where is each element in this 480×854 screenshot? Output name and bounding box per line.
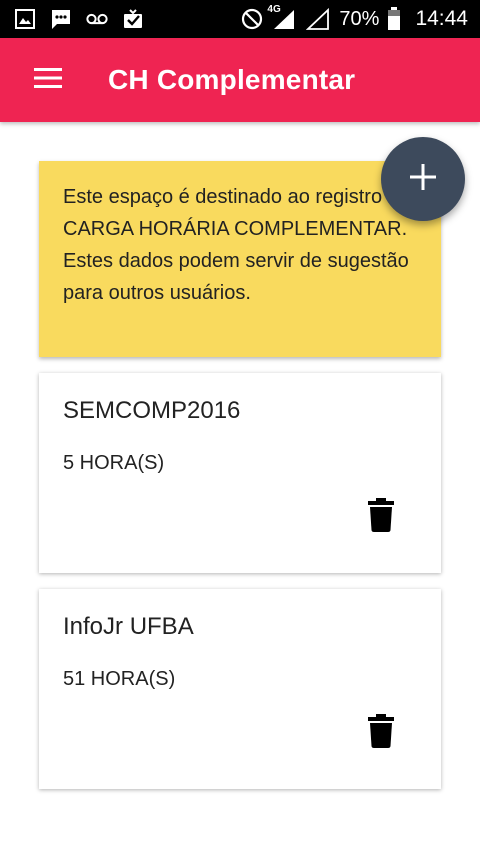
entry-hours: 5 HORA(S) (63, 452, 165, 474)
info-text: Este espaço é destinado ao registro da C… (63, 186, 410, 304)
status-bar: 4G 70% 14:44 (0, 0, 480, 38)
clock: 14:44 (415, 7, 468, 30)
delete-button[interactable] (359, 711, 403, 755)
entry-title: SEMCOMP2016 (63, 397, 241, 424)
trash-icon (368, 713, 394, 753)
network-type-label: 4G (267, 4, 281, 15)
info-card: Este espaço é destinado ao registro da C… (39, 161, 441, 357)
app-bar: CH Complementar (0, 38, 480, 122)
message-icon (50, 8, 72, 30)
entry-title: InfoJr UFBA (63, 613, 194, 640)
menu-button[interactable] (20, 52, 76, 108)
signal-empty-icon (305, 8, 331, 30)
battery-percent: 70% (339, 7, 380, 30)
download-done-icon (122, 8, 144, 30)
system-icons: 4G 70% 14:44 (241, 4, 480, 31)
entry-card: SEMCOMP2016 5 HORA(S) (39, 373, 441, 573)
plus-icon (410, 163, 436, 195)
entry-hours: 51 HORA(S) (63, 668, 176, 690)
add-entry-button[interactable] (381, 137, 465, 221)
image-icon (14, 8, 36, 30)
entry-card: InfoJr UFBA 51 HORA(S) (39, 589, 441, 789)
notification-icons (0, 8, 144, 30)
hamburger-menu-icon (34, 67, 62, 94)
page-title: CH Complementar (108, 64, 356, 95)
voicemail-icon (86, 8, 108, 30)
delete-button[interactable] (359, 495, 403, 539)
trash-icon (368, 497, 394, 537)
signal-4g-icon: 4G (267, 4, 297, 30)
do-not-disturb-icon (241, 8, 263, 30)
battery-icon (387, 7, 401, 30)
